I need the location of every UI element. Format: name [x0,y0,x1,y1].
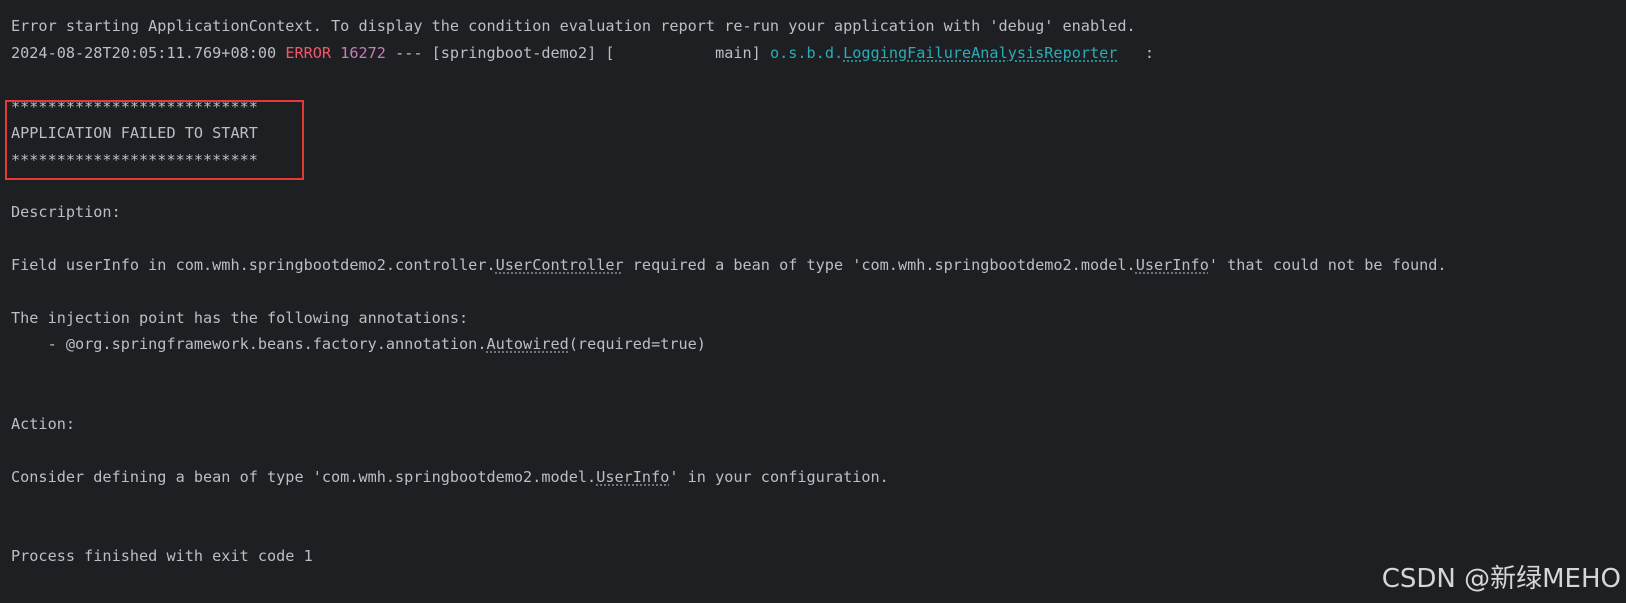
log-thread: [ main] [596,44,770,62]
log-tail: : [1117,44,1155,62]
annotation-line: - @org.springframework.beans.factory.ann… [11,334,706,354]
log-logger-package: o.s.b.d. [769,44,844,62]
action-heading: Action: [11,415,76,433]
log-logger-class-link[interactable]: LoggingFailureAnalysisReporter [843,44,1117,62]
highlight-box [5,100,304,180]
error-starting-line: Error starting ApplicationContext. To di… [11,17,1136,35]
log-header-line: 2024-08-28T20:05:11.769+08:00 ERROR 1627… [11,43,1154,63]
console-output[interactable]: Error starting ApplicationContext. To di… [11,0,1621,603]
consider-line-suffix: ' in your configuration. [669,468,889,486]
log-logger[interactable]: o.s.b.d.LoggingFailureAnalysisReporter [770,44,1117,62]
log-level: ERROR [285,44,332,62]
user-controller-link[interactable]: UserController [496,256,624,274]
field-line-middle: required a bean of type 'com.wmh.springb… [623,256,1136,274]
user-info-link-2[interactable]: UserInfo [596,468,669,486]
consider-line: Consider defining a bean of type 'com.wm… [11,467,889,487]
user-info-link[interactable]: UserInfo [1136,256,1209,274]
exit-code-line: Process finished with exit code 1 [11,547,313,565]
annotation-line-suffix: (required=true) [568,335,706,353]
autowired-link[interactable]: Autowired [486,335,568,353]
watermark: CSDN @新绿MEHO [1381,564,1621,594]
log-app-name: [springboot-demo2] [431,44,597,62]
field-line-prefix: Field userInfo in com.wmh.springbootdemo… [11,256,496,274]
log-pid: 16272 [340,44,386,62]
annotation-line-prefix: - @org.springframework.beans.factory.ann… [11,335,487,353]
field-line: Field userInfo in com.wmh.springbootdemo… [11,255,1447,275]
log-separator: --- [385,44,432,62]
field-line-suffix: ' that could not be found. [1208,256,1447,274]
injection-heading: The injection point has the following an… [11,309,469,327]
consider-line-prefix: Consider defining a bean of type 'com.wm… [11,468,597,486]
description-heading: Description: [11,203,121,221]
log-timestamp: 2024-08-28T20:05:11.769+08:00 [11,44,277,62]
